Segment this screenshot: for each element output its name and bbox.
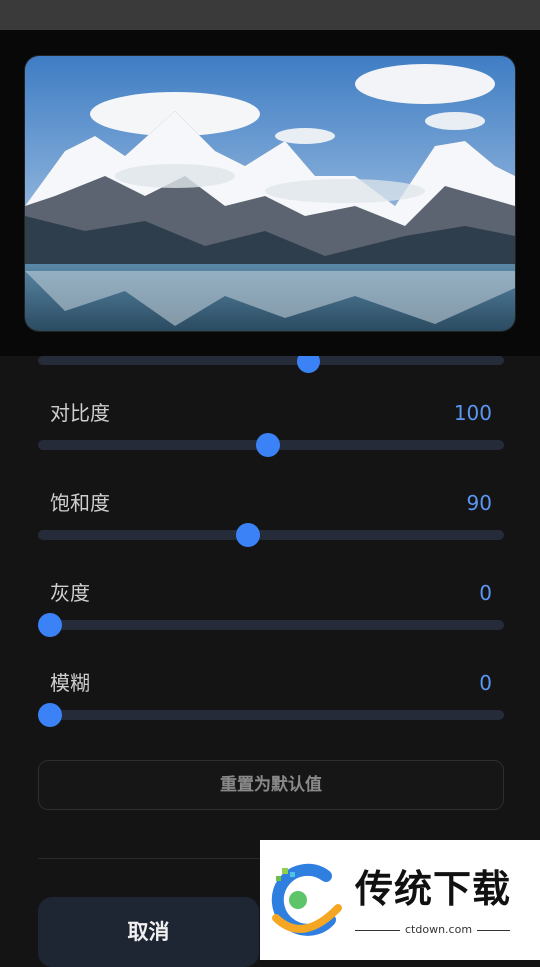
grayscale-slider-track[interactable] <box>38 620 504 630</box>
blur-slider-thumb[interactable] <box>38 703 62 727</box>
watermark-url: ctdown.com <box>400 923 478 937</box>
contrast-slider-thumb[interactable] <box>256 433 281 457</box>
brightness-slider-track[interactable] <box>38 350 504 373</box>
site-watermark: 传统下载 ctdown.com <box>260 840 540 960</box>
blur-slider-track[interactable] <box>38 710 504 720</box>
slider-row-grayscale: 灰度 0 <box>0 580 540 660</box>
slider-row-blur: 模糊 0 <box>0 670 540 750</box>
grayscale-label: 灰度 <box>50 581 90 605</box>
mountain-lake-image <box>25 56 515 331</box>
image-preview-panel <box>0 30 540 356</box>
blur-value: 0 <box>479 671 492 695</box>
grayscale-slider-thumb[interactable] <box>38 613 62 637</box>
slider-row-contrast: 对比度 100 <box>0 400 540 480</box>
status-bar <box>0 0 540 30</box>
saturation-value: 90 <box>466 491 492 515</box>
preview-photo <box>25 56 515 331</box>
saturation-slider-thumb[interactable] <box>236 523 260 547</box>
reset-to-default-button[interactable]: 重置为默认值 <box>38 760 504 810</box>
contrast-label: 对比度 <box>50 401 110 425</box>
grayscale-value: 0 <box>479 581 492 605</box>
saturation-slider-track[interactable] <box>38 530 504 540</box>
cancel-button[interactable]: 取消 <box>38 897 259 967</box>
ctdown-logo-icon <box>271 863 342 936</box>
contrast-value: 100 <box>453 401 492 425</box>
slider-row-saturation: 饱和度 90 <box>0 490 540 570</box>
blur-label: 模糊 <box>50 671 90 695</box>
watermark-title: 传统下载 <box>355 867 512 911</box>
saturation-label: 饱和度 <box>50 491 110 515</box>
